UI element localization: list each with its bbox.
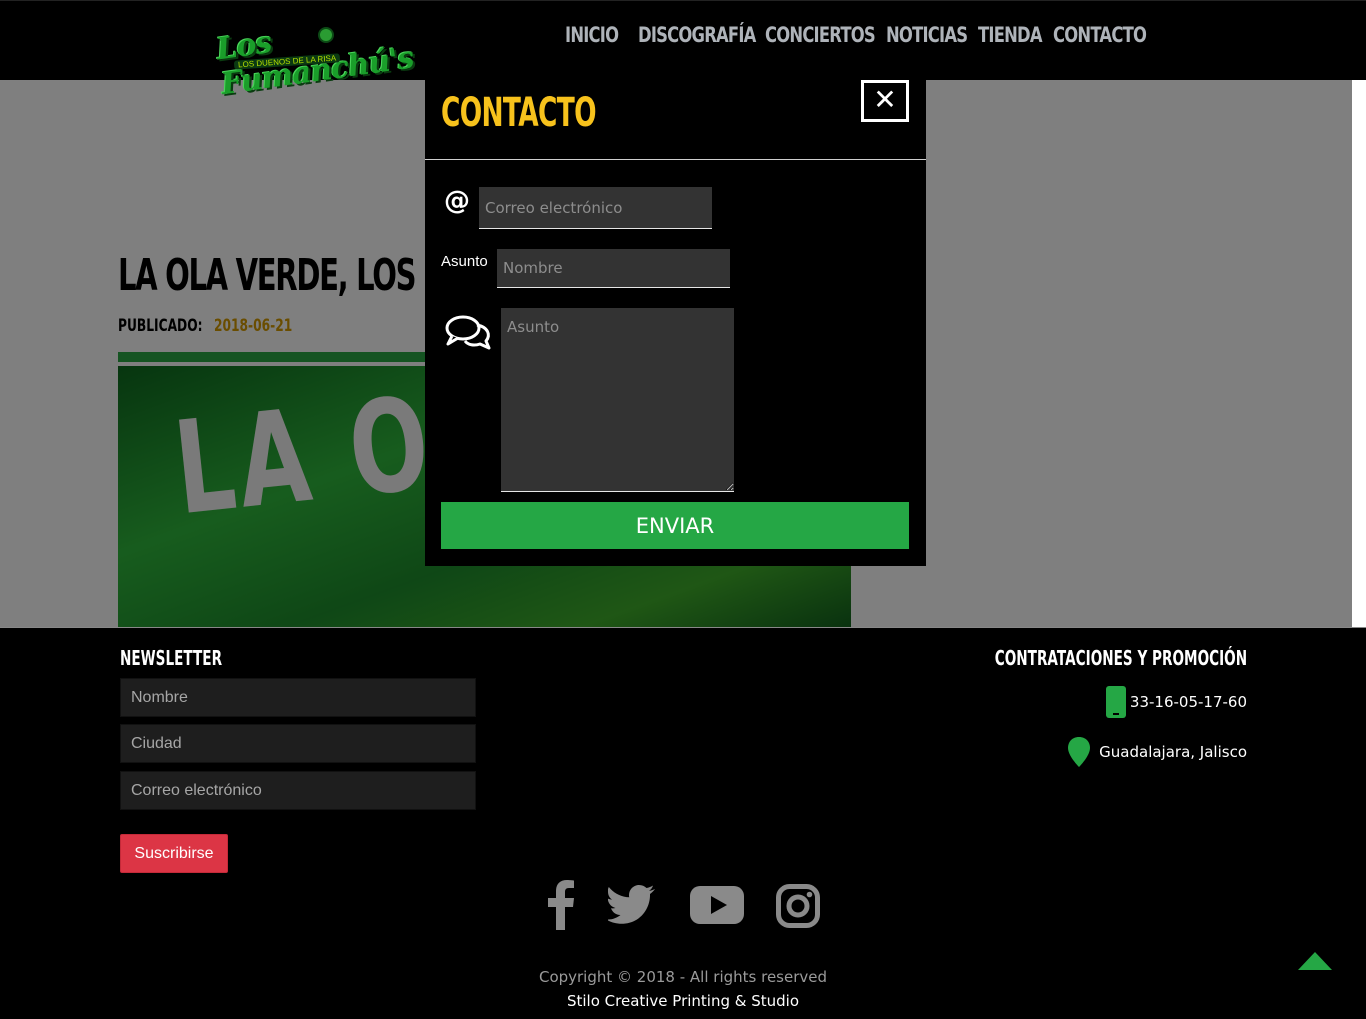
phone-icon xyxy=(1105,686,1126,718)
page-scrollbar[interactable] xyxy=(1352,80,1366,627)
close-icon: ✕ xyxy=(873,83,897,116)
subscribe-button[interactable]: Suscribirse xyxy=(120,834,228,873)
message-textarea[interactable] xyxy=(501,308,734,492)
asunto-label: Asunto xyxy=(441,253,488,270)
facebook-icon[interactable] xyxy=(546,880,576,930)
close-button[interactable]: ✕ xyxy=(861,80,909,122)
logo-emblem xyxy=(318,27,334,43)
contact-modal: CONTACTO ✕ @ Asunto ENVIAR xyxy=(425,80,926,566)
contact-title: CONTRATACIONES Y PROMOCIÓN xyxy=(994,646,1247,670)
nav-item-inicio[interactable]: INICIO xyxy=(565,23,619,47)
newsletter-name-field[interactable] xyxy=(120,678,476,717)
phone-number: 33-16-05-17-60 xyxy=(1129,693,1247,711)
send-button[interactable]: ENVIAR xyxy=(441,502,909,549)
map-pin-icon xyxy=(1068,737,1091,767)
modal-title: CONTACTO xyxy=(441,90,597,136)
chat-bubbles-icon xyxy=(445,315,491,350)
nav-item-contacto[interactable]: CONTACTO xyxy=(1053,23,1147,47)
contact-phone: 33-16-05-17-60 xyxy=(1105,686,1247,718)
site-footer: NEWSLETTER Suscribirse CONTRATACIONES Y … xyxy=(0,627,1366,1019)
copyright-text: Copyright © 2018 - All rights reserved xyxy=(538,968,828,986)
scroll-to-top-icon[interactable] xyxy=(1298,950,1332,970)
credit-link[interactable]: Stilo Creative Printing & Studio xyxy=(0,992,1366,1010)
newsletter-city-field[interactable] xyxy=(120,724,476,763)
name-field[interactable] xyxy=(497,249,730,288)
nav-item-discografia[interactable]: DISCOGRAFÍA xyxy=(638,23,756,47)
location-text: Guadalajara, Jalisco xyxy=(1099,743,1247,761)
email-field[interactable] xyxy=(479,187,712,229)
site-header: Los Fumanchú's LOS DUENOS DE LA RISA INI… xyxy=(0,0,1366,102)
nav-item-noticias[interactable]: NOTICIAS xyxy=(886,23,968,47)
at-sign-icon: @ xyxy=(444,186,470,216)
newsletter-email-field[interactable] xyxy=(120,771,476,810)
contact-location: Guadalajara, Jalisco xyxy=(1067,736,1247,768)
nav-item-tienda[interactable]: TIENDA xyxy=(978,23,1043,47)
nav-item-conciertos[interactable]: CONCIERTOS xyxy=(765,23,876,47)
site-logo[interactable]: Los Fumanchú's LOS DUENOS DE LA RISA xyxy=(210,5,415,102)
instagram-icon[interactable] xyxy=(776,884,820,928)
newsletter-title: NEWSLETTER xyxy=(120,646,223,670)
twitter-icon[interactable] xyxy=(608,884,656,924)
modal-divider xyxy=(425,159,926,160)
youtube-icon[interactable] xyxy=(690,886,744,924)
